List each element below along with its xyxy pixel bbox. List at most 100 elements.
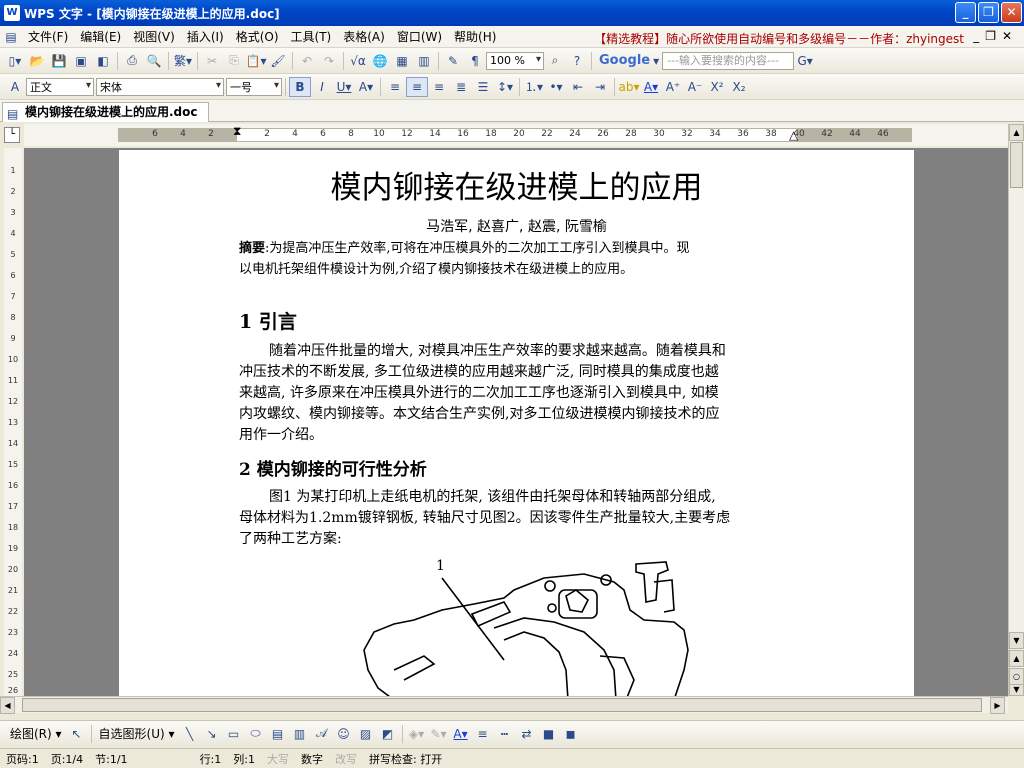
google-search-button-icon[interactable]: G▾ (794, 51, 816, 71)
line-color-icon[interactable]: ✎▾ (428, 724, 450, 744)
save-icon[interactable]: 💾 (48, 51, 70, 71)
menu-view[interactable]: 视图(V) (127, 28, 181, 45)
menu-window[interactable]: 窗口(W) (391, 28, 448, 45)
scroll-left-arrow[interactable]: ◀ (0, 697, 15, 714)
oval-icon[interactable]: ⬭ (245, 724, 267, 744)
promo-link[interactable]: 【精选教程】随心所欲使用自动编号和多级编号－－作者：zhyingest (594, 30, 964, 47)
help-icon[interactable]: ? (566, 51, 588, 71)
horizontal-ruler[interactable]: 6 4 2 2 4 6 8 10 12 14 16 18 20 22 24 26… (24, 124, 1008, 146)
print-icon[interactable]: ⎙ (121, 51, 143, 71)
grow-font-icon[interactable]: A⁺ (662, 77, 684, 97)
section-1-line[interactable]: 随着冲压件批量的增大, 对模具冲压生产效率的要求越来越高。随着模具和 (269, 340, 726, 360)
font-select[interactable]: 宋体 (96, 77, 224, 96)
status-spellcheck[interactable]: 拼写检查: 打开 (363, 751, 448, 767)
menu-file[interactable]: 文件(F) (22, 28, 74, 45)
export-pdf-icon[interactable]: ◧ (92, 51, 114, 71)
columns-icon[interactable]: ▥ (413, 51, 435, 71)
horizontal-scrollbar[interactable]: ◀ ▶ (0, 696, 1008, 714)
section-1-line[interactable]: 用作一介绍。 (239, 424, 323, 444)
clip-art-icon[interactable]: ☺ (333, 724, 355, 744)
section-1-line[interactable]: 来越高, 许多原来在冲压模具外进行的二次加工工序也逐渐引入到模具中, 如模 (239, 382, 719, 402)
maximize-button[interactable]: ❐ (978, 2, 999, 23)
wps-app-icon[interactable]: W (4, 5, 20, 21)
justify-icon[interactable]: ≣ (450, 77, 472, 97)
vertical-scroll-thumb[interactable] (1010, 142, 1023, 188)
section-1-line[interactable]: 内攻螺纹、模内铆接等。本文结合生产实例,对多工位级进模模内铆接技术的应 (239, 403, 719, 423)
scroll-down-arrow[interactable]: ▼ (1009, 632, 1024, 649)
close-button[interactable]: ✕ (1001, 2, 1022, 23)
bullets-icon[interactable]: •▾ (545, 77, 567, 97)
formula-icon[interactable]: √α (347, 51, 369, 71)
cut-icon[interactable]: ✂ (201, 51, 223, 71)
decrease-indent-icon[interactable]: ⇤ (567, 77, 589, 97)
menu-table[interactable]: 表格(A) (337, 28, 391, 45)
traditional-chinese-icon[interactable]: 繁▾ (172, 51, 194, 71)
wordart-icon[interactable]: 𝒜 (311, 724, 333, 744)
abstract-line-1[interactable]: 摘要:为提高冲压生产效率,可将在冲压模具外的二次加工工序引入到模具中。现 (239, 237, 690, 256)
line-style-icon[interactable]: ≡ (472, 724, 494, 744)
section-2-heading[interactable]: 2 模内铆接的可行性分析 (239, 455, 427, 480)
fill-color-icon[interactable]: ◈▾ (406, 724, 428, 744)
menu-format[interactable]: 格式(O) (230, 28, 285, 45)
show-hide-marks-icon[interactable]: ¶ (464, 51, 486, 71)
rectangle-icon[interactable]: ▭ (223, 724, 245, 744)
undo-icon[interactable]: ↶ (296, 51, 318, 71)
underline-button[interactable]: U▾ (333, 77, 355, 97)
italic-button[interactable]: I (311, 77, 333, 97)
scroll-up-arrow[interactable]: ▲ (1009, 124, 1024, 141)
menu-help[interactable]: 帮助(H) (448, 28, 502, 45)
line-icon[interactable]: ╲ (179, 724, 201, 744)
arrow-icon[interactable]: ↘ (201, 724, 223, 744)
draw-menu-button[interactable]: 绘图(R) ▾ (6, 725, 66, 742)
tab-stop-selector[interactable]: └ (4, 127, 20, 143)
line-spacing-icon[interactable]: ↕▾ (494, 77, 516, 97)
align-right-icon[interactable]: ≡ (428, 77, 450, 97)
menu-tools[interactable]: 工具(T) (285, 28, 338, 45)
find-binoculars-icon[interactable]: ⌕ (544, 51, 566, 71)
distributed-icon[interactable]: ☰ (472, 77, 494, 97)
status-overwrite[interactable]: 改写 (329, 751, 363, 767)
font-size-select[interactable]: 一号 (226, 77, 282, 96)
previous-page-icon[interactable]: ▲ (1009, 650, 1024, 667)
hyperlink-globe-icon[interactable]: 🌐 (369, 51, 391, 71)
font-color-icon[interactable]: A▾ (640, 77, 662, 97)
insert-picture-icon[interactable]: ▨ (355, 724, 377, 744)
copy-icon[interactable]: ⎘ (223, 51, 245, 71)
print-preview-icon[interactable]: 🔍 (143, 51, 165, 71)
document-page[interactable]: 模内铆接在级进模上的应用 马浩军, 赵喜广, 赵震, 阮雪榆 摘要:为提高冲压生… (119, 150, 914, 696)
menu-insert[interactable]: 插入(I) (181, 28, 230, 45)
vertical-ruler[interactable]: 1 2 3 4 5 6 7 8 9 10 11 12 13 14 15 16 1… (4, 148, 22, 696)
chevron-down-icon[interactable]: ▾ (650, 51, 662, 71)
highlight-icon[interactable]: ab▾ (618, 77, 640, 97)
motor-bracket-drawing[interactable] (354, 560, 714, 696)
format-painter-icon[interactable]: 🖌 (267, 51, 289, 71)
drawing-font-color-icon[interactable]: A▾ (450, 724, 472, 744)
bold-button[interactable]: B (289, 76, 311, 97)
abstract-line-2[interactable]: 以电机托架组件模设计为例,介绍了模内铆接技术在级进模上的应用。 (239, 258, 633, 277)
document-title[interactable]: 模内铆接在级进模上的应用 (119, 162, 914, 207)
arrow-style-icon[interactable]: ⇄ (516, 724, 538, 744)
menu-edit[interactable]: 编辑(E) (74, 28, 127, 45)
indent-marker-right[interactable]: △ (789, 128, 798, 142)
search-input[interactable]: ---输入要搜索的内容--- (662, 51, 795, 70)
vertical-scrollbar[interactable]: ▲ ▼ ▲ ○ ▼ (1008, 124, 1024, 696)
document-window-controls[interactable]: _❐✕ (973, 29, 1018, 43)
new-document-icon[interactable]: ▯▾ (4, 51, 26, 71)
subscript-icon[interactable]: X₂ (728, 77, 750, 97)
dash-style-icon[interactable]: ┅ (494, 724, 516, 744)
font-effects-icon[interactable]: A▾ (355, 77, 377, 97)
zoom-select[interactable]: 100 % (486, 51, 544, 70)
status-num[interactable]: 数字 (295, 751, 329, 767)
scroll-right-arrow[interactable]: ▶ (990, 697, 1005, 714)
select-browse-object-icon[interactable]: ○ (1009, 668, 1024, 685)
vertical-text-box-icon[interactable]: ▥ (289, 724, 311, 744)
open-folder-icon[interactable]: 📂 (26, 51, 48, 71)
align-center-icon[interactable]: ≡ (406, 76, 428, 97)
next-page-icon[interactable]: ▼ (1009, 684, 1024, 696)
section-1-heading[interactable]: 1 引言 (239, 307, 297, 334)
3d-style-icon[interactable]: ◼ (560, 724, 582, 744)
indent-marker-left[interactable]: ⧗ (233, 124, 241, 139)
section-1-line[interactable]: 冲压技术的不断发展, 多工位级进模的应用越来越广泛, 同时模具的集成度也越 (239, 361, 719, 381)
section-2-line[interactable]: 图1 为某打印机上走纸电机的托架, 该组件由托架母体和转轴两部分组成, (269, 486, 716, 506)
superscript-icon[interactable]: X² (706, 77, 728, 97)
